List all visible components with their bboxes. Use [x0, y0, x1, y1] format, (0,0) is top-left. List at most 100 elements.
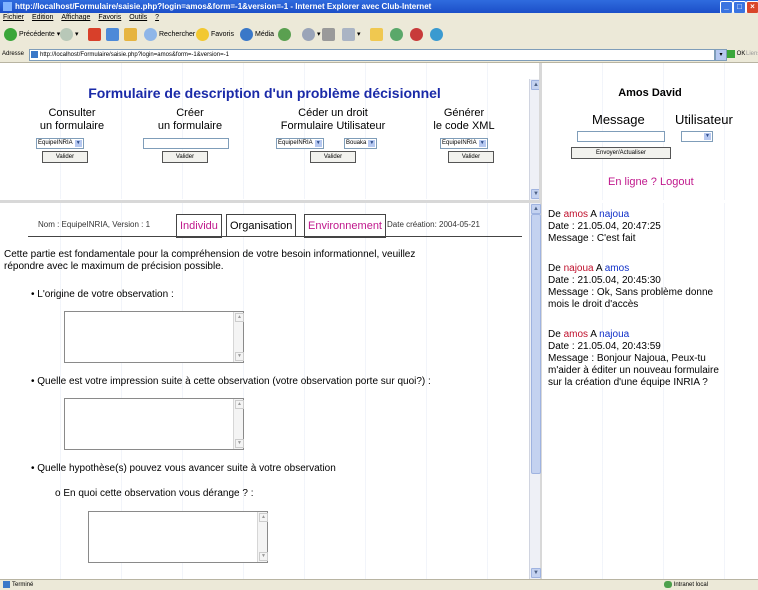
consult-select[interactable]: EquipeINRIA ▼ [36, 138, 84, 150]
stop-icon [88, 27, 101, 41]
textarea-scrollbar[interactable]: ▲ ▼ [233, 399, 244, 449]
creation-date: Date création: 2004-05-21 [387, 220, 480, 229]
scroll-down-icon[interactable]: ▼ [235, 439, 244, 448]
message-item: De amos A najoua Date : 21.05.04, 20:47:… [548, 209, 738, 245]
intro-text: Cette partie est fondamentale pour la co… [4, 249, 416, 272]
address-input[interactable]: http://localhost/Formulaire/saisie.php?l… [29, 49, 715, 61]
club-button[interactable] [430, 27, 445, 43]
xml-line2: le code XML [433, 120, 495, 132]
mail-button[interactable]: ▾ [302, 27, 321, 43]
messenger-icon [390, 27, 403, 41]
folder-icon [370, 27, 383, 41]
form-scroll-thumb[interactable] [531, 214, 541, 474]
messenger-button[interactable] [390, 27, 405, 43]
home-icon [124, 27, 137, 41]
tab-underline [28, 236, 522, 237]
transfer-user-select[interactable]: Bouaka ▼ [344, 138, 378, 150]
scroll-up-icon[interactable]: ▲ [259, 513, 268, 522]
menu-outils[interactable]: Outils [129, 14, 147, 21]
window-title-bar: http://localhost/Formulaire/saisie.php?l… [0, 0, 758, 13]
message-text: sur la création d'une équipe INRIA ? [548, 377, 708, 388]
user-select[interactable]: ▼ [681, 131, 713, 143]
logout-link[interactable]: Logout [660, 176, 694, 188]
question-disturbance: o En quoi cette observation vous dérange… [55, 488, 254, 499]
question-impression: • Quelle est votre impression suite à ce… [31, 376, 431, 387]
tab-individu[interactable]: Individu [176, 214, 222, 238]
minimize-icon[interactable]: _ [720, 1, 733, 13]
question-hypothesis: • Quelle hypothèse(s) pouvez vous avance… [31, 463, 336, 474]
transfer-section: Céder un droit Formulaire Utilisateur [268, 107, 398, 133]
create-section: Créer un formulaire [140, 107, 240, 133]
message-header: De amos A najoua [548, 329, 630, 340]
messages-frame [542, 203, 758, 579]
transfer-line1: Céder un droit [298, 107, 368, 119]
print-icon [322, 27, 335, 41]
go-button[interactable]: OK [727, 49, 745, 59]
consult-validate-button[interactable]: Valider [42, 151, 88, 163]
refresh-icon [106, 27, 119, 41]
online-status: En ligne ? Logout [608, 176, 694, 188]
origin-textarea[interactable]: ▲ ▼ [64, 311, 244, 363]
menu-affichage[interactable]: Affichage [61, 14, 90, 21]
history-icon [278, 27, 291, 41]
question-origin: • L'origine de votre observation : [31, 289, 174, 300]
refresh-button[interactable] [106, 27, 121, 43]
folder-button[interactable] [370, 27, 385, 43]
links-label[interactable]: Liens [746, 47, 758, 62]
scroll-down-icon[interactable]: ▼ [531, 568, 541, 578]
maximize-icon[interactable]: □ [733, 1, 746, 13]
message-text: Message : C'est fait [548, 233, 636, 244]
textarea-scrollbar[interactable]: ▲ ▼ [257, 512, 268, 562]
tab-environnement[interactable]: Environnement [304, 214, 386, 238]
scroll-down-icon[interactable]: ▼ [235, 352, 244, 361]
search-button[interactable]: Rechercher [144, 27, 195, 43]
scroll-up-icon[interactable]: ▲ [235, 400, 244, 409]
close-icon[interactable]: × [746, 1, 758, 13]
back-arrow-icon [4, 27, 17, 41]
transfer-validate-button[interactable]: Valider [310, 151, 356, 163]
create-validate-button[interactable]: Valider [162, 151, 208, 163]
menu-edition[interactable]: Edition [32, 14, 53, 21]
chevron-down-icon: ▼ [74, 140, 82, 147]
address-dropdown-icon[interactable]: ▾ [715, 49, 727, 61]
club-icon [430, 27, 443, 41]
print-button[interactable] [322, 27, 337, 43]
impression-textarea[interactable]: ▲ ▼ [64, 398, 244, 450]
menu-fichier[interactable]: Fichier [3, 14, 24, 21]
scroll-up-icon[interactable]: ▲ [235, 313, 244, 322]
textarea-scrollbar[interactable]: ▲ ▼ [233, 312, 244, 362]
transfer-form-select[interactable]: EquipeINRIA ▼ [276, 138, 324, 150]
form-frame-scrollbar[interactable]: ▲ ▼ [529, 203, 541, 579]
disturbance-textarea[interactable]: ▲ ▼ [88, 511, 268, 563]
favorites-button[interactable]: Favoris [196, 27, 234, 43]
xml-select[interactable]: EquipeINRIA ▼ [440, 138, 488, 150]
message-text: mois le droit d'accès [548, 299, 639, 310]
discuss-button[interactable] [410, 27, 425, 43]
consult-section: Consulter un formulaire [22, 107, 122, 133]
history-button[interactable] [278, 27, 293, 43]
address-label: Adresse [2, 51, 25, 57]
xml-line1: Générer [443, 107, 485, 119]
edit-button[interactable]: ▾ [342, 27, 361, 43]
menu-favoris[interactable]: Favoris [98, 14, 121, 21]
xml-validate-button[interactable]: Valider [448, 151, 494, 163]
online-link[interactable]: En ligne ? [608, 176, 657, 188]
back-button[interactable]: Précédente ▾ [4, 27, 60, 43]
media-button[interactable]: Média [240, 27, 274, 43]
send-refresh-button[interactable]: Envoyer/Actualiser [571, 147, 671, 159]
create-line1: Créer [176, 107, 204, 119]
chevron-down-icon: ▼ [478, 140, 486, 147]
menu-help[interactable]: ? [155, 14, 159, 21]
stop-button[interactable] [88, 27, 103, 43]
forward-button[interactable]: ▾ [60, 27, 79, 43]
scroll-up-icon[interactable]: ▲ [531, 204, 541, 214]
tab-organisation[interactable]: Organisation [226, 214, 297, 237]
scroll-down-icon[interactable]: ▼ [259, 552, 268, 561]
message-input[interactable] [577, 131, 665, 142]
message-label: Message [592, 112, 645, 127]
consult-line1: Consulter [48, 107, 96, 119]
home-button[interactable] [124, 27, 139, 43]
create-form-input[interactable] [143, 138, 229, 149]
message-item: De najoua A amos Date : 21.05.04, 20:45:… [548, 263, 738, 311]
page-icon [31, 51, 38, 58]
